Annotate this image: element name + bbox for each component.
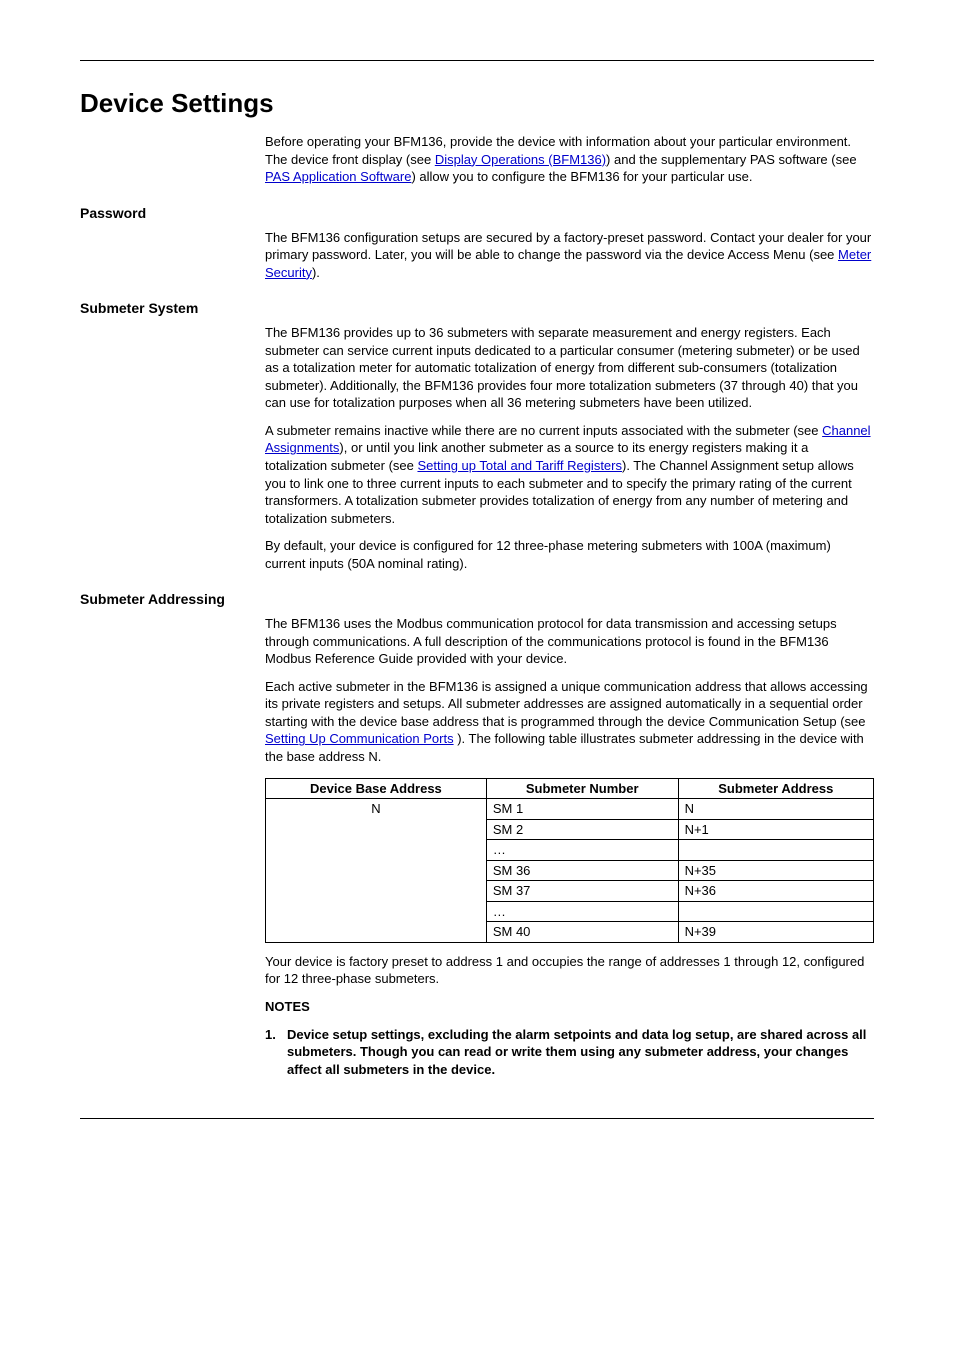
intro-text-after: ) allow you to configure the BFM136 for … [411, 169, 752, 184]
notes-heading: NOTES [265, 998, 874, 1016]
note-item-1: 1. Device setup settings, excluding the … [265, 1026, 874, 1079]
cell-base: N [266, 799, 487, 943]
table-header-row: Device Base Address Submeter Number Subm… [266, 778, 874, 799]
ss-p2-a: A submeter remains inactive while there … [265, 423, 822, 438]
cell-num: SM 40 [486, 922, 678, 943]
cell-num: SM 2 [486, 819, 678, 840]
cell-num: … [486, 901, 678, 922]
link-comm-ports[interactable]: Setting Up Communication Ports [265, 731, 454, 746]
cell-num: SM 36 [486, 860, 678, 881]
cell-addr [678, 901, 873, 922]
addressing-p1: The BFM136 uses the Modbus communication… [265, 615, 874, 668]
link-display-operations[interactable]: Display Operations (BFM136) [435, 152, 606, 167]
cell-num: SM 1 [486, 799, 678, 820]
th-base-address: Device Base Address [266, 778, 487, 799]
cell-num: SM 37 [486, 881, 678, 902]
cell-addr: N+35 [678, 860, 873, 881]
th-submeter-number: Submeter Number [486, 778, 678, 799]
password-text-before: The BFM136 configuration setups are secu… [265, 230, 871, 263]
page-title: Device Settings [80, 86, 874, 121]
submeter-system-block: The BFM136 provides up to 36 submeters w… [265, 324, 874, 572]
password-block: The BFM136 configuration setups are secu… [265, 229, 874, 282]
cell-addr: N+1 [678, 819, 873, 840]
addr-p2-a: Each active submeter in the BFM136 is as… [265, 679, 868, 729]
password-text-after: ). [312, 265, 320, 280]
cell-addr: N+39 [678, 922, 873, 943]
submeter-system-heading: Submeter System [80, 299, 874, 318]
note-number: 1. [265, 1026, 287, 1079]
bottom-rule [80, 1118, 874, 1119]
link-pas-software[interactable]: PAS Application Software [265, 169, 411, 184]
cell-addr [678, 840, 873, 861]
link-total-tariff[interactable]: Setting up Total and Tariff Registers [417, 458, 622, 473]
cell-addr: N+36 [678, 881, 873, 902]
th-submeter-address: Submeter Address [678, 778, 873, 799]
cell-addr: N [678, 799, 873, 820]
submeter-addressing-heading: Submeter Addressing [80, 590, 874, 609]
submeter-system-p2: A submeter remains inactive while there … [265, 422, 874, 527]
password-paragraph: The BFM136 configuration setups are secu… [265, 229, 874, 282]
table-row: N SM 1 N [266, 799, 874, 820]
addressing-p2: Each active submeter in the BFM136 is as… [265, 678, 874, 766]
password-heading: Password [80, 204, 874, 223]
intro-block: Before operating your BFM136, provide th… [265, 133, 874, 186]
address-table: Device Base Address Submeter Number Subm… [265, 778, 874, 943]
submeter-system-p1: The BFM136 provides up to 36 submeters w… [265, 324, 874, 412]
cell-num: … [486, 840, 678, 861]
note-text: Device setup settings, excluding the ala… [287, 1026, 874, 1079]
intro-paragraph: Before operating your BFM136, provide th… [265, 133, 874, 186]
addressing-p3: Your device is factory preset to address… [265, 953, 874, 988]
top-rule [80, 60, 874, 61]
submeter-system-p3: By default, your device is configured fo… [265, 537, 874, 572]
intro-text-mid: ) and the supplementary PAS software (se… [606, 152, 857, 167]
submeter-addressing-block: The BFM136 uses the Modbus communication… [265, 615, 874, 1078]
